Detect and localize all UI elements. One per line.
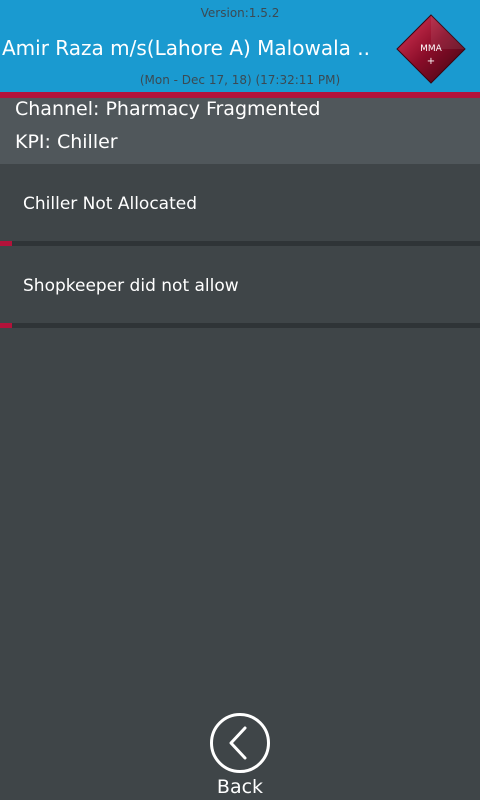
list-item-chiller-not-allocated[interactable]: Chiller Not Allocated — [0, 164, 480, 246]
list-divider — [0, 323, 480, 328]
app-screen: Version:1.5.2 Amir Raza m/s(Lahore A) Ma… — [0, 0, 480, 800]
back-button[interactable]: Back — [200, 710, 280, 800]
list-item-label: Chiller Not Allocated — [23, 194, 198, 214]
list-item-label: Shopkeeper did not allow — [23, 276, 239, 296]
chevron-left-circle-icon — [209, 712, 271, 774]
list-item-shopkeeper-did-not-allow[interactable]: Shopkeeper did not allow — [0, 246, 480, 328]
logo-plus: + — [427, 56, 435, 67]
list-divider-marker — [0, 323, 12, 328]
logo-text: MMA — [420, 44, 443, 54]
channel-label: Channel: Pharmacy Fragmented — [15, 98, 321, 120]
mma-logo-icon: MMA + — [396, 14, 466, 84]
kpi-label: KPI: Chiller — [15, 131, 118, 153]
info-panel: Channel: Pharmacy Fragmented KPI: Chille… — [0, 98, 480, 164]
user-title: Amir Raza m/s(Lahore A) Malowala .. — [2, 36, 370, 60]
back-label: Back — [216, 776, 264, 798]
app-header: Version:1.5.2 Amir Raza m/s(Lahore A) Ma… — [0, 0, 480, 92]
